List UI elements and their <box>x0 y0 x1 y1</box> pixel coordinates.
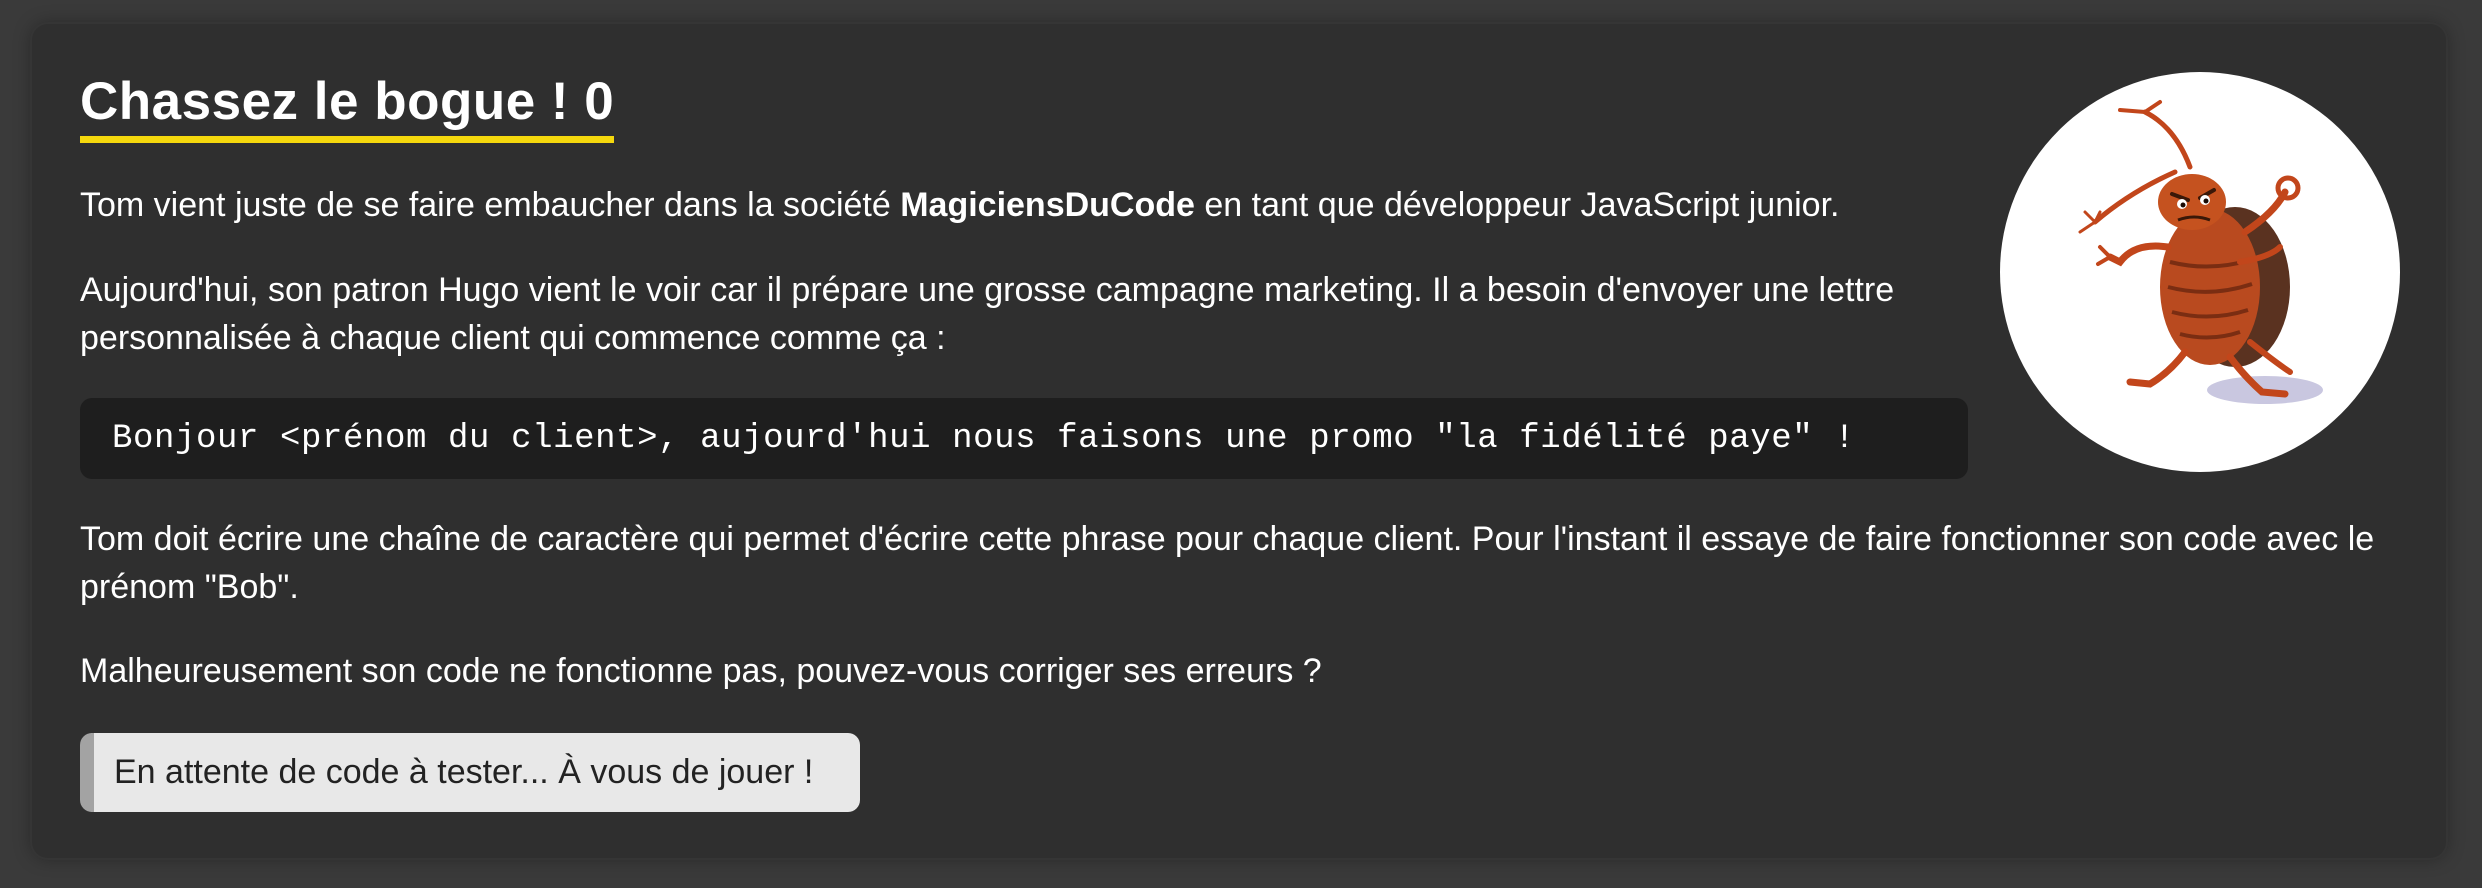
test-status-message: En attente de code à tester... À vous de… <box>80 733 860 812</box>
bug-mascot-icon <box>2000 72 2400 472</box>
context-paragraph: Aujourd'hui, son patron Hugo vient le vo… <box>80 271 1895 357</box>
intro-paragraph: Tom vient juste de se faire embaucher da… <box>80 181 1980 229</box>
page-title: Chassez le bogue ! 0 <box>80 68 615 143</box>
code-sample-block: Bonjour <prénom du client>, aujourd'hui … <box>80 398 1968 479</box>
question-paragraph: Malheureusement son code ne fonctionne p… <box>80 652 1322 690</box>
intro-text-after: en tant que développeur JavaScript junio… <box>1194 186 1840 224</box>
company-name: MagiciensDuCode <box>900 186 1195 224</box>
task-paragraph: Tom doit écrire une chaîne de caractère … <box>80 520 2375 606</box>
intro-text-before: Tom vient juste de se faire embaucher da… <box>80 186 901 224</box>
code-sample-text: Bonjour <prénom du client>, aujourd'hui … <box>112 419 1856 458</box>
